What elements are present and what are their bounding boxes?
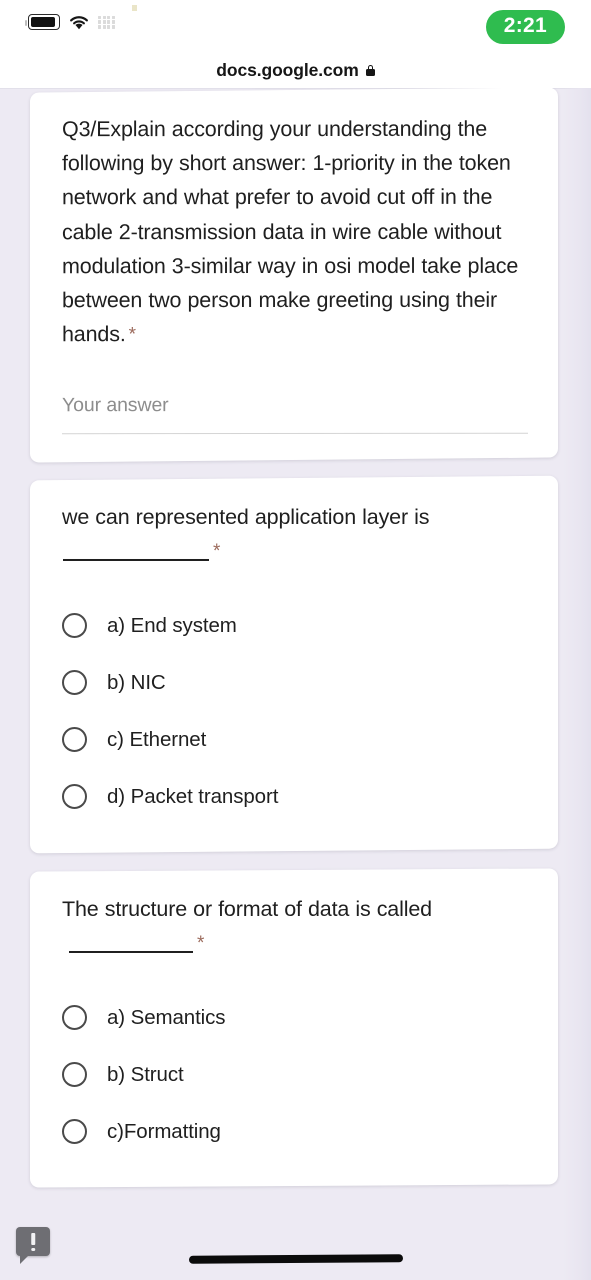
- browser-url-bar[interactable]: docs.google.com: [0, 52, 591, 88]
- radio-option-label: b) Struct: [107, 1062, 184, 1086]
- screen-edge-shading: [563, 88, 591, 1280]
- radio-circle-icon[interactable]: [62, 1119, 87, 1145]
- fill-blank-line: [69, 951, 193, 954]
- radio-option-label: c)Formatting: [107, 1119, 221, 1143]
- radio-circle-icon[interactable]: [62, 1062, 87, 1088]
- radio-option[interactable]: a) Semantics: [62, 989, 528, 1046]
- form-page: Q3/Explain according your understanding …: [0, 88, 591, 1280]
- radio-circle-icon[interactable]: [62, 613, 87, 639]
- question-card-short-answer: Q3/Explain according your understanding …: [30, 88, 558, 463]
- question-title: we can represented application layer is *: [62, 500, 528, 569]
- radio-option-label: b) NIC: [107, 671, 166, 695]
- battery-full-icon: [24, 14, 60, 30]
- status-artifact-dot: [132, 5, 137, 11]
- alert-bubble-icon[interactable]: [16, 1227, 50, 1264]
- question-text: Q3/Explain according your understanding …: [62, 116, 519, 347]
- radio-group: a) Semantics b) Struct c)Formatting: [62, 989, 528, 1160]
- phone-screen: 2:21 docs.google.com Q3/Explain accordin…: [0, 0, 591, 1280]
- radio-option[interactable]: a) End system: [62, 598, 528, 655]
- time-badge: 2:21: [485, 10, 565, 45]
- url-text: docs.google.com: [216, 59, 359, 80]
- home-indicator[interactable]: [188, 1254, 403, 1264]
- answer-underline: [62, 433, 528, 435]
- required-asterisk: *: [128, 324, 136, 346]
- question-title: Q3/Explain according your understanding …: [62, 112, 528, 353]
- radio-group: a) End system b) NIC c) Ethernet d) Pack…: [62, 598, 528, 826]
- short-answer-field[interactable]: Your answer: [62, 394, 528, 435]
- question-text: The structure or format of data is calle…: [62, 896, 432, 921]
- question-title: The structure or format of data is calle…: [62, 892, 528, 961]
- radio-option-label: d) Packet transport: [107, 785, 279, 809]
- radio-option-label: a) Semantics: [107, 1005, 226, 1029]
- required-asterisk: *: [197, 933, 205, 955]
- radio-circle-icon[interactable]: [62, 727, 87, 753]
- lock-icon: [365, 64, 375, 76]
- question-card-list: Q3/Explain according your understanding …: [30, 88, 558, 1204]
- status-left-icons: [24, 14, 115, 30]
- question-text: we can represented application layer is: [62, 505, 430, 530]
- status-bar: 2:21: [0, 0, 591, 52]
- radio-option[interactable]: b) NIC: [62, 655, 528, 712]
- radio-option[interactable]: b) Struct: [62, 1046, 528, 1103]
- question-card-application-layer: we can represented application layer is *…: [30, 476, 558, 855]
- radio-circle-icon[interactable]: [62, 784, 87, 810]
- question-card-structure-format: The structure or format of data is calle…: [30, 868, 558, 1188]
- radio-option[interactable]: c) Ethernet: [62, 712, 528, 769]
- fill-blank-line: [63, 559, 209, 562]
- radio-option[interactable]: c)Formatting: [62, 1103, 528, 1160]
- answer-placeholder: Your answer: [62, 394, 169, 417]
- signal-grid-icon: [98, 15, 115, 29]
- radio-circle-icon[interactable]: [62, 1005, 87, 1031]
- wifi-icon: [69, 15, 89, 30]
- radio-option[interactable]: d) Packet transport: [62, 769, 528, 826]
- radio-option-label: c) Ethernet: [107, 728, 207, 752]
- required-asterisk: *: [213, 541, 221, 563]
- radio-option-label: a) End system: [107, 614, 237, 638]
- radio-circle-icon[interactable]: [62, 670, 87, 696]
